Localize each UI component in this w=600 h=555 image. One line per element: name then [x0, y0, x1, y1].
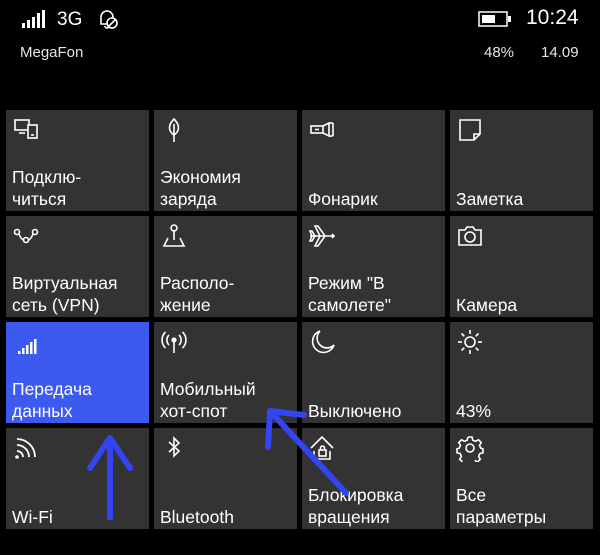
tile-connect[interactable]: Подклю- читься: [6, 110, 149, 211]
tile-label: Подклю- читься: [12, 167, 82, 209]
gear-icon: [456, 434, 484, 462]
quick-actions-grid: Подклю- читься Экономия заряда Фонарик З…: [6, 110, 593, 529]
tile-mobile-hotspot[interactable]: Мобильный хот-спот: [154, 322, 297, 423]
tile-label: Заметка: [456, 188, 524, 209]
bluetooth-icon: [160, 434, 188, 462]
tile-label: Фонарик: [308, 188, 378, 209]
tile-label: Выключено: [308, 400, 402, 421]
airplane-icon: [308, 222, 336, 250]
tile-cellular-data[interactable]: Передача данных: [6, 322, 149, 423]
tile-label: 43%: [456, 400, 492, 421]
battery-saver-icon: [160, 116, 188, 144]
tile-rotation-lock[interactable]: Блокировка вращения: [302, 428, 445, 529]
tile-label: Экономия заряда: [160, 167, 241, 209]
tile-quiet-hours[interactable]: Выключено: [302, 322, 445, 423]
quiet-hours-icon: [96, 7, 120, 31]
status-bar: 3G 10:24: [0, 0, 600, 40]
moon-icon: [308, 328, 336, 356]
battery-icon: [478, 11, 512, 27]
rotation-lock-icon: [308, 434, 336, 462]
tile-label: Все параметры: [456, 485, 547, 527]
tile-label: Блокировка вращения: [308, 485, 404, 527]
tile-label: Располо- жение: [160, 273, 235, 315]
network-type: 3G: [57, 9, 83, 30]
date: 14.09: [541, 44, 579, 61]
brightness-icon: [456, 328, 484, 356]
info-row: MegaFon 48% 14.09: [0, 44, 600, 66]
tile-label: Мобильный хот-спот: [160, 379, 256, 421]
tile-vpn[interactable]: Виртуальная сеть (VPN): [6, 216, 149, 317]
clock: 10:24: [526, 6, 579, 29]
tile-label: Режим "В самолете": [308, 273, 391, 315]
tile-brightness[interactable]: 43%: [450, 322, 593, 423]
cellular-data-icon: [12, 328, 40, 356]
tile-location[interactable]: Располо- жение: [154, 216, 297, 317]
tile-battery-saver[interactable]: Экономия заряда: [154, 110, 297, 211]
flashlight-icon: [308, 116, 336, 144]
camera-icon: [456, 222, 484, 250]
battery-percent: 48%: [484, 44, 515, 61]
tile-all-settings[interactable]: Все параметры: [450, 428, 593, 529]
note-icon: [456, 116, 484, 144]
connect-icon: [12, 116, 40, 144]
tile-label: Bluetooth: [160, 506, 234, 527]
tile-note[interactable]: Заметка: [450, 110, 593, 211]
vpn-icon: [12, 222, 40, 250]
tile-label: Камера: [456, 294, 518, 315]
tile-bluetooth[interactable]: Bluetooth: [154, 428, 297, 529]
tile-airplane-mode[interactable]: Режим "В самолете": [302, 216, 445, 317]
tile-camera[interactable]: Камера: [450, 216, 593, 317]
tile-label: Передача данных: [12, 379, 92, 421]
tile-label: Wi-Fi: [12, 506, 53, 527]
signal-strength-icon: [22, 10, 48, 28]
carrier-name: MegaFon: [20, 44, 84, 61]
hotspot-icon: [160, 328, 188, 356]
tile-flashlight[interactable]: Фонарик: [302, 110, 445, 211]
tile-wifi[interactable]: Wi-Fi: [6, 428, 149, 529]
tile-label: Виртуальная сеть (VPN): [12, 273, 118, 315]
wifi-icon: [12, 434, 40, 462]
location-icon: [160, 222, 188, 250]
